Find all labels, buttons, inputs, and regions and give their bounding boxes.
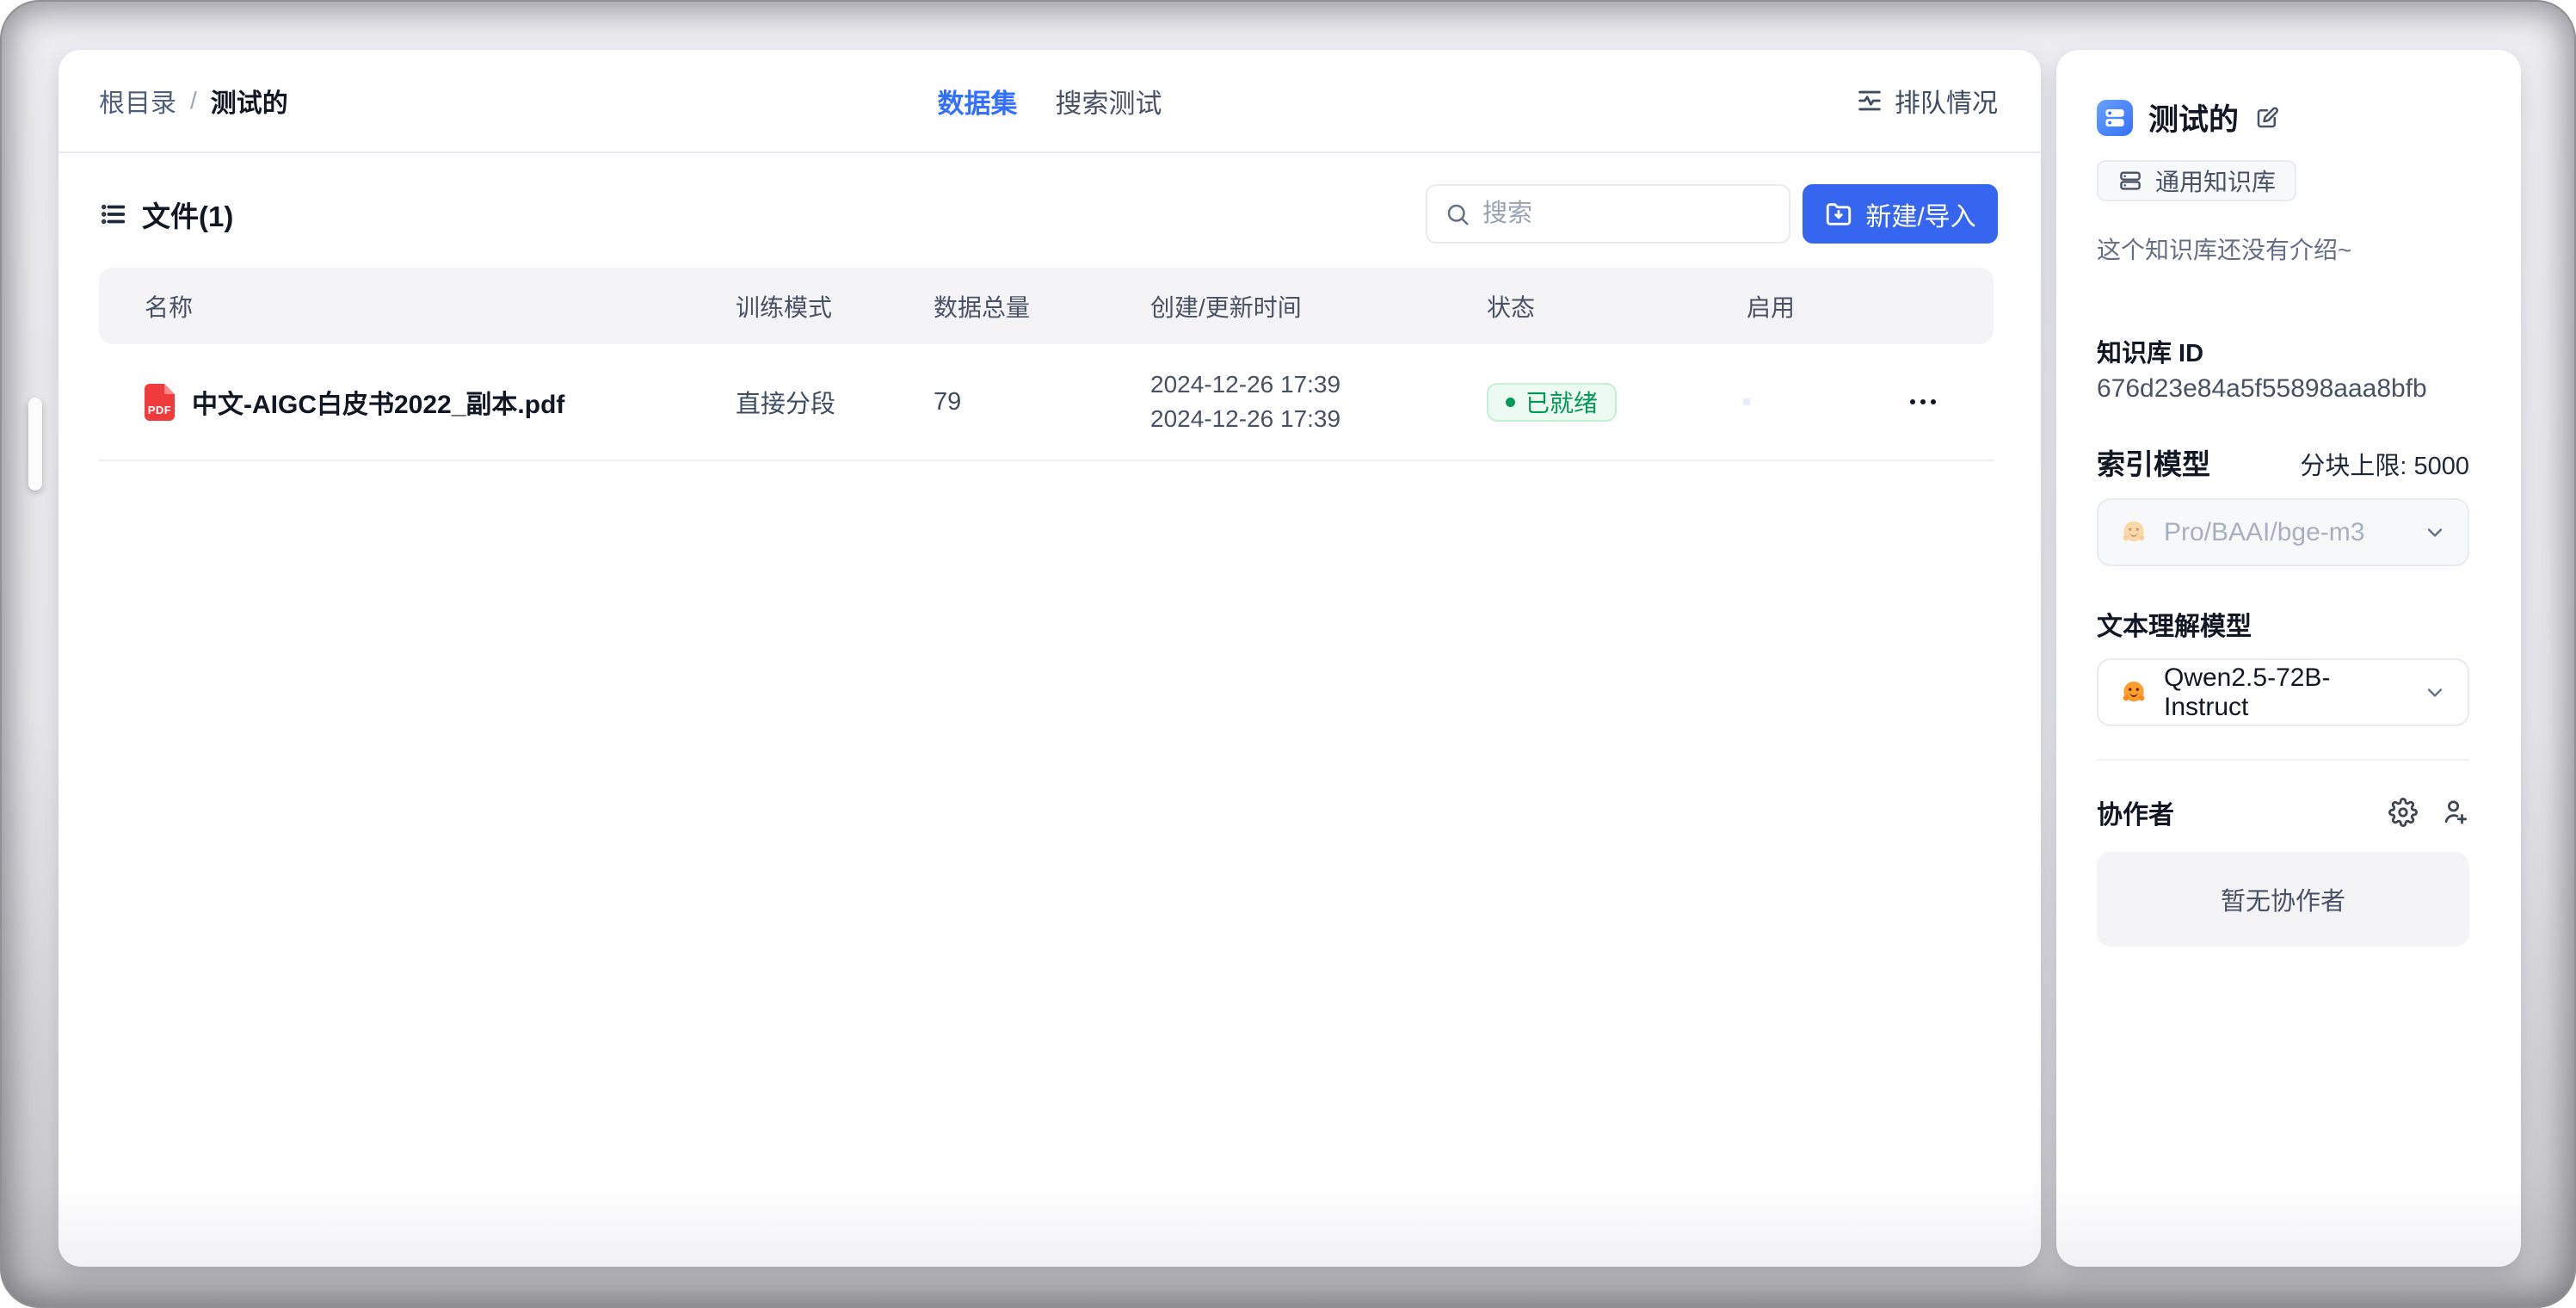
kb-type-label: 通用知识库 [2155, 164, 2276, 198]
files-table: 名称 训练模式 数据总量 创建/更新时间 状态 启用 PDF 中文-AIGC白皮… [99, 268, 1994, 461]
row-menu-button[interactable] [1901, 391, 1944, 413]
collaborators-settings-icon[interactable] [2388, 798, 2418, 827]
create-import-button[interactable]: 新建/导入 [1803, 184, 1998, 244]
text-model-select[interactable]: Qwen2.5-72B-Instruct [2097, 658, 2469, 726]
top-bar: 根目录 / 测试的 数据集 搜索测试 排队情况 [59, 50, 2041, 153]
kb-id-label: 知识库 ID [2097, 333, 2469, 369]
collaborators-label: 协作者 [2097, 793, 2174, 831]
collaborators-empty-state: 暂无协作者 [2097, 852, 2469, 947]
dataset-tag-icon [2117, 168, 2143, 194]
table-header-row: 名称 训练模式 数据总量 创建/更新时间 状态 启用 [99, 268, 1994, 344]
search-input[interactable] [1482, 200, 1772, 228]
knowledge-base-icon [2097, 100, 2133, 136]
chunk-limit-label: 分块上限: 5000 [2300, 446, 2469, 482]
details-panel: 测试的 通用知识库 这个知识库还没有介绍~ 知识库 ID 676d2 [2056, 50, 2521, 1267]
col-header-training-mode: 训练模式 [736, 289, 934, 324]
list-icon [99, 200, 128, 229]
col-header-time: 创建/更新时间 [1150, 289, 1487, 324]
breadcrumb: 根目录 / 测试的 [99, 82, 288, 120]
breadcrumb-separator: / [190, 87, 197, 114]
huggingface-icon [2119, 678, 2148, 707]
desktop-background: 根目录 / 测试的 数据集 搜索测试 排队情况 [0, 0, 2576, 1308]
files-section-title: 文件(1) [99, 194, 233, 235]
kb-description: 这个知识库还没有介绍~ [2097, 231, 2469, 266]
file-name: 中文-AIGC白皮书2022_副本.pdf [192, 383, 564, 421]
created-time: 2024-12-26 17:39 [1150, 371, 1487, 398]
main-window: 根目录 / 测试的 数据集 搜索测试 排队情况 [59, 50, 2041, 1267]
search-icon [1445, 201, 1470, 227]
tab-bar: 数据集 搜索测试 [938, 82, 1162, 120]
pdf-file-icon: PDF [145, 384, 175, 421]
index-model-select: Pro/BAAI/bge-m3 [2097, 498, 2469, 566]
table-row[interactable]: PDF 中文-AIGC白皮书2022_副本.pdf 直接分段 79 2024-1… [99, 344, 1994, 461]
status-badge: 已就绪 [1487, 383, 1617, 422]
status-dot-icon [1506, 398, 1515, 407]
folder-import-icon [1824, 200, 1853, 229]
create-import-label: 新建/导入 [1865, 195, 1975, 233]
kb-id-value: 676d23e84a5f55898aaa8bfb [2097, 374, 2469, 404]
breadcrumb-current: 测试的 [211, 82, 288, 120]
files-toolbar: 文件(1) 新建/导入 [59, 184, 2041, 244]
edit-title-icon[interactable] [2254, 105, 2280, 131]
chevron-down-icon [2423, 521, 2447, 545]
add-collaborator-icon[interactable] [2440, 798, 2469, 827]
kb-type-tag: 通用知识库 [2097, 160, 2296, 201]
index-model-value: Pro/BAAI/bge-m3 [2164, 518, 2407, 547]
col-header-name: 名称 [145, 289, 736, 324]
time-values: 2024-12-26 17:39 2024-12-26 17:39 [1150, 371, 1487, 433]
text-model-label: 文本理解模型 [2097, 605, 2469, 643]
training-mode-value: 直接分段 [736, 384, 934, 420]
index-model-label: 索引模型 [2097, 441, 2210, 483]
queue-status-button[interactable]: 排队情况 [1855, 82, 1998, 120]
col-header-status: 状态 [1487, 289, 1747, 324]
panel-divider [2097, 759, 2469, 761]
chevron-down-icon [2423, 681, 2447, 705]
tab-dataset[interactable]: 数据集 [938, 82, 1018, 120]
queue-activity-icon [1855, 86, 1884, 115]
window-edge-handle[interactable] [28, 398, 42, 490]
col-header-data-count: 数据总量 [934, 289, 1150, 324]
search-box [1426, 184, 1790, 244]
panel-title: 测试的 [2148, 96, 2239, 139]
status-label: 已就绪 [1525, 385, 1598, 419]
breadcrumb-root[interactable]: 根目录 [99, 82, 176, 120]
col-header-enabled: 启用 [1747, 289, 1901, 324]
text-model-value: Qwen2.5-72B-Instruct [2164, 663, 2407, 722]
queue-status-label: 排队情况 [1895, 82, 1998, 120]
data-count-value: 79 [934, 388, 1150, 416]
updated-time: 2024-12-26 17:39 [1150, 405, 1487, 433]
huggingface-icon [2119, 518, 2148, 547]
files-count-label: 文件(1) [142, 194, 233, 235]
tab-search-test[interactable]: 搜索测试 [1056, 82, 1162, 120]
